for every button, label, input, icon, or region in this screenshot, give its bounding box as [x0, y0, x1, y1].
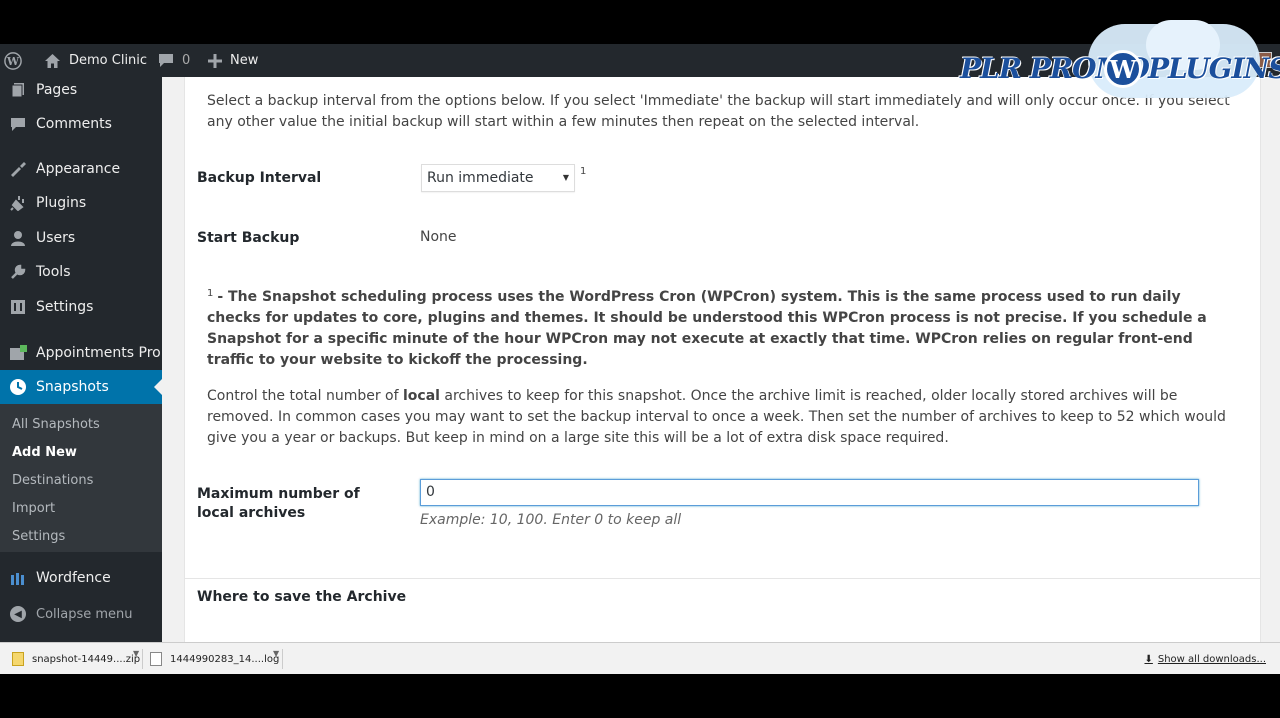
sidebar-item-appointments-pro[interactable]: Appointments Pro: [0, 336, 162, 370]
comments-count: 0: [182, 53, 191, 68]
collapse-arrow-icon: ◀: [0, 606, 36, 622]
download-item[interactable]: 1444990283_14....log: [150, 643, 279, 675]
separator: [142, 649, 143, 669]
download-filename: 1444990283_14....log: [170, 653, 280, 665]
show-all-downloads-link[interactable]: ⬇ Show all downloads...: [1144, 643, 1266, 675]
new-content-link[interactable]: New: [208, 44, 258, 77]
archives-desc-pre: Control the total number of: [207, 388, 403, 404]
wordfence-icon: [0, 571, 36, 585]
sidebar-item-settings[interactable]: Settings: [0, 290, 162, 324]
sidebar-item-label: Pages: [36, 82, 78, 98]
sidebar-item-tools[interactable]: Tools: [0, 255, 162, 289]
svg-text:W: W: [6, 55, 20, 68]
snapshots-submenu: All Snapshots Add New Destinations Impor…: [0, 404, 162, 552]
download-menu-caret-icon[interactable]: ▼: [273, 649, 279, 658]
start-backup-value: None: [420, 229, 457, 245]
home-icon: [45, 53, 60, 68]
plugins-icon: [0, 195, 36, 211]
settings-icon: [0, 299, 36, 315]
letterbox-bottom: [0, 674, 1280, 718]
sidebar-item-label: Wordfence: [36, 570, 111, 586]
footnote-text: - The Snapshot scheduling process uses t…: [207, 289, 1207, 368]
sidebar-item-snapshots[interactable]: Snapshots: [0, 370, 162, 404]
download-item[interactable]: snapshot-14449....zip: [12, 643, 140, 675]
sidebar-item-label: Appointments Pro: [36, 345, 161, 361]
where-to-save-title: Where to save the Archive: [197, 589, 407, 605]
backup-interval-label: Backup Interval: [197, 170, 322, 186]
sidebar-item-plugins[interactable]: Plugins: [0, 186, 162, 220]
admin-sidebar: Pages Comments Appearance Plugins Users …: [0, 77, 162, 642]
sidebar-item-comments[interactable]: Comments: [0, 107, 162, 141]
submenu-settings[interactable]: Settings: [12, 529, 65, 544]
download-menu-caret-icon[interactable]: ▼: [133, 649, 139, 658]
sidebar-item-label: Plugins: [36, 195, 87, 211]
separator: [282, 649, 283, 669]
sidebar-item-label: Settings: [36, 299, 94, 315]
collapse-menu-label: Collapse menu: [36, 606, 133, 622]
max-archives-label: Maximum number of local archives: [197, 486, 360, 521]
plr-promo-watermark: PLR PROMO W PLUGINS: [958, 20, 1280, 102]
sidebar-item-appearance[interactable]: Appearance: [0, 152, 162, 186]
archives-desc-bold: local: [402, 388, 440, 404]
main-content: Select a backup interval from the option…: [162, 77, 1280, 642]
max-archives-input[interactable]: 0: [420, 479, 1199, 506]
backup-interval-value: Run immediate: [427, 170, 534, 186]
pages-icon: [0, 82, 36, 98]
archives-description: Control the total number of local archiv…: [207, 386, 1232, 449]
download-arrow-icon: ⬇: [1144, 653, 1153, 665]
tools-icon: [0, 264, 36, 280]
submenu-destinations[interactable]: Destinations: [12, 473, 93, 488]
comments-link[interactable]: 0: [158, 44, 190, 77]
users-icon: [0, 230, 36, 246]
comment-bubble-icon: [159, 54, 173, 67]
archive-destination-panel: [184, 578, 1261, 642]
footnote-marker: 1: [580, 166, 587, 177]
wordpress-logo-icon: W: [1104, 50, 1142, 88]
sidebar-item-wordfence[interactable]: Wordfence: [0, 561, 162, 595]
wpcron-footnote: 1- The Snapshot scheduling process uses …: [207, 287, 1237, 371]
footnote-number: 1: [207, 288, 214, 299]
sidebar-item-label: Appearance: [36, 161, 121, 177]
sidebar-item-label: Snapshots: [36, 379, 109, 395]
sidebar-item-label: Users: [36, 230, 76, 246]
watermark-text-right: PLUGINS: [1148, 52, 1280, 85]
backup-interval-select[interactable]: Run immediate ▼: [421, 164, 575, 192]
downloads-bar: snapshot-14449....zip ▼ 1444990283_14...…: [0, 642, 1280, 674]
sidebar-item-label: Comments: [36, 116, 112, 132]
wordpress-logo-icon[interactable]: W: [4, 44, 30, 77]
appointments-icon: [0, 345, 36, 361]
appearance-icon: [0, 161, 36, 177]
start-backup-label: Start Backup: [197, 230, 300, 246]
plus-icon: [208, 53, 222, 68]
submenu-import[interactable]: Import: [12, 501, 55, 516]
collapse-menu-button[interactable]: ◀ Collapse menu: [0, 599, 162, 629]
dropdown-arrow-icon: ▼: [562, 173, 569, 182]
snapshots-icon: [0, 378, 36, 396]
comments-icon: [0, 117, 36, 132]
site-name: Demo Clinic: [69, 53, 148, 68]
max-archives-hint: Example: 10, 100. Enter 0 to keep all: [420, 512, 682, 528]
zip-file-icon: [12, 652, 24, 666]
show-all-label: Show all downloads...: [1157, 653, 1266, 665]
new-label: New: [230, 53, 259, 68]
download-filename: snapshot-14449....zip: [32, 653, 141, 665]
submenu-add-new[interactable]: Add New: [12, 445, 77, 460]
sidebar-item-label: Tools: [36, 264, 71, 280]
site-name-link[interactable]: Demo Clinic: [44, 44, 147, 77]
sidebar-item-pages[interactable]: Pages: [0, 77, 162, 107]
log-file-icon: [150, 652, 162, 666]
sidebar-item-users[interactable]: Users: [0, 221, 162, 255]
submenu-all-snapshots[interactable]: All Snapshots: [12, 417, 100, 432]
